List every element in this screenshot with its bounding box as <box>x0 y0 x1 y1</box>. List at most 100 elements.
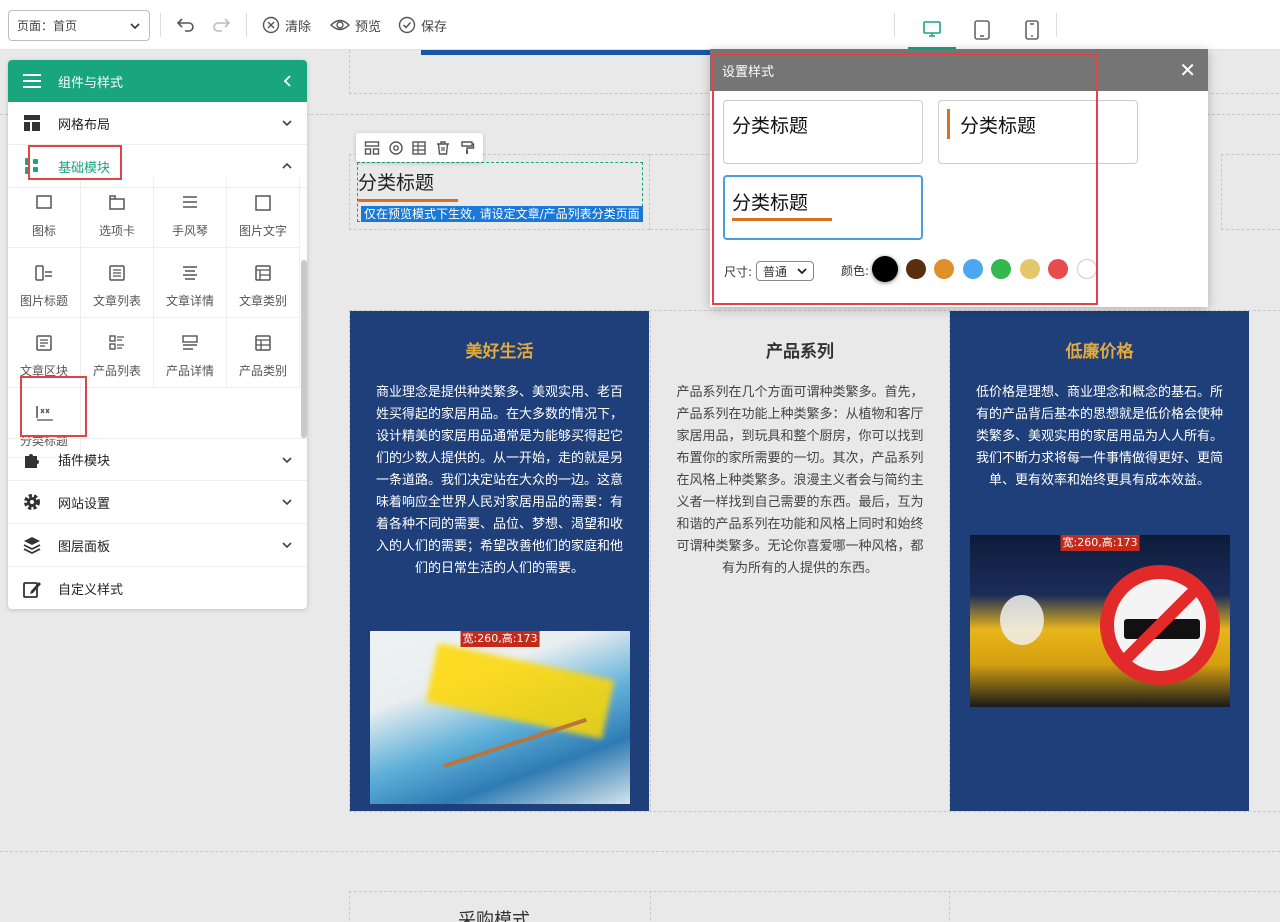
divider <box>894 13 895 37</box>
product-detail-icon <box>182 335 198 350</box>
sidebar-section-plugin[interactable]: 插件模块 <box>8 438 307 481</box>
check-circle-icon <box>398 16 416 34</box>
sidebar-section-label: 插件模块 <box>58 454 111 469</box>
module-item-article-detail[interactable]: 文章详情 <box>154 248 227 318</box>
product-image: 宽:260,高:173 <box>970 535 1230 707</box>
module-item-label: 文章列表 <box>92 294 141 308</box>
module-item-image-title[interactable]: 图片标题 <box>8 248 81 318</box>
clear-icon <box>262 16 280 34</box>
sidebar-section-layer[interactable]: 图层面板 <box>8 524 307 567</box>
module-item-label: 选项卡 <box>98 224 135 238</box>
module-item-accordion[interactable]: 手风琴 <box>154 178 227 248</box>
module-item-product-category[interactable]: 产品类别 <box>227 318 300 388</box>
image-size-tag: 宽:260,高:173 <box>460 631 540 647</box>
module-item-product-list[interactable]: 产品列表 <box>81 318 154 388</box>
module-item-label: 图片文字 <box>238 224 287 238</box>
image-size-tag: 宽:260,高:173 <box>1060 535 1140 551</box>
module-item-article-category[interactable]: 文章类别 <box>227 248 300 318</box>
chevron-down-icon <box>282 499 292 506</box>
panel-text: 产品系列在几个方面可谓种类繁多。首先，产品系列在功能上种类繁多：从植物和客厅家居… <box>676 385 924 576</box>
preview-button[interactable]: 预览 <box>330 13 381 37</box>
save-label: 保存 <box>421 19 448 35</box>
sidebar-section-label: 图层面板 <box>58 539 111 555</box>
undo-icon[interactable] <box>174 13 198 37</box>
image-title-icon <box>35 265 52 281</box>
module-item-article-list[interactable]: 文章列表 <box>81 248 154 318</box>
tablet-view-button[interactable] <box>958 10 1006 50</box>
format-painter-icon[interactable] <box>459 140 475 156</box>
module-toolbar <box>356 133 483 162</box>
sidebar-section-label: 网格布局 <box>58 117 111 133</box>
module-item-label: 产品列表 <box>92 364 141 378</box>
icon-icon <box>36 195 52 209</box>
mobile-icon <box>1025 20 1039 40</box>
divider <box>1056 13 1057 37</box>
module-item-icon[interactable]: 图标 <box>8 178 81 248</box>
bottom-row-cell[interactable] <box>650 891 950 922</box>
module-item-product-detail[interactable]: 产品详情 <box>154 318 227 388</box>
product-category-icon <box>255 335 271 351</box>
desktop-icon <box>923 20 941 37</box>
settings-icon[interactable] <box>388 140 404 156</box>
article-detail-icon <box>183 266 197 280</box>
panel-text: 商业理念是提供种类繁多、美观实用、老百姓买得起的家居用品。在大多数的情况下，设计… <box>375 385 623 576</box>
top-banner-edge <box>421 50 711 55</box>
mobile-view-button[interactable] <box>1008 10 1056 50</box>
redo-icon[interactable] <box>209 13 233 37</box>
menu-icon <box>23 74 41 88</box>
accordion-icon <box>183 196 197 208</box>
empty-cell[interactable] <box>1221 154 1280 230</box>
top-toolbar: 页面：首页 清除 预览 保存 <box>0 0 1280 50</box>
highlight-basic-module <box>28 145 122 180</box>
chevron-down-icon <box>282 120 292 127</box>
gear-icon <box>24 494 40 510</box>
clear-button[interactable]: 清除 <box>262 13 311 37</box>
module-item-label: 产品类别 <box>238 364 287 378</box>
chevron-down-icon <box>282 542 292 549</box>
module-item-label: 手风琴 <box>171 224 208 238</box>
close-icon[interactable]: ✕ <box>1179 58 1196 82</box>
article-list-icon <box>109 265 125 281</box>
grid-layout-icon <box>24 115 40 131</box>
parking-sign-shape <box>1000 595 1044 645</box>
clear-label: 清除 <box>285 19 312 35</box>
product-image: 宽:260,高:173 <box>370 631 630 804</box>
ikea-catalog-shape <box>425 642 615 740</box>
panel-title: 产品系列 <box>766 342 834 362</box>
desktop-view-button[interactable] <box>908 10 956 50</box>
preview-label: 预览 <box>355 19 382 35</box>
preview-notice: 仅在预览模式下生效, 请设定文章/产品列表分类页面 <box>361 206 643 222</box>
module-item-tabs[interactable]: 选项卡 <box>81 178 154 248</box>
panel-text: 低价格是理想、商业理念和概念的基石。所有的产品背后基本的思想就是低价格会使种类繁… <box>976 385 1224 488</box>
sidebar-section-label: 自定义样式 <box>58 583 124 598</box>
layout-icon[interactable] <box>364 140 380 156</box>
no-truck-sign-shape <box>1100 565 1220 685</box>
table-icon[interactable] <box>411 140 427 156</box>
panel-title: 美好生活 <box>465 342 534 362</box>
module-item-label: 图标 <box>31 224 56 238</box>
sidebar-section-label: 网站设置 <box>58 496 111 512</box>
highlight-style-dialog <box>712 53 1098 305</box>
panel-title: 低廉价格 <box>1065 342 1134 362</box>
category-title-module[interactable]: 分类标题 仅在预览模式下生效, 请设定文章/产品列表分类页面 <box>357 162 643 222</box>
sidebar-title: 组件与样式 <box>58 75 124 91</box>
puzzle-icon <box>25 453 39 468</box>
module-item-label: 文章类别 <box>238 294 287 308</box>
sidebar-section-custom[interactable]: 自定义样式 <box>8 567 307 609</box>
panel-product-series[interactable]: 产品系列 产品系列在几个方面可谓种类繁多。首先，产品系列在功能上种类繁多：从植物… <box>650 311 950 811</box>
sidebar-section-site[interactable]: 网站设置 <box>8 481 307 524</box>
collapse-left-icon[interactable] <box>283 75 293 87</box>
page-select[interactable]: 页面：首页 <box>8 10 150 41</box>
pencil-shape <box>443 717 587 769</box>
panel-low-price[interactable]: 低廉价格 低价格是理想、商业理念和概念的基石。所有的产品背后基本的思想就是低价格… <box>950 311 1249 811</box>
highlight-category-title-item <box>20 376 87 437</box>
sidebar-scrollbar[interactable] <box>301 260 307 438</box>
chevron-down-icon <box>130 22 140 29</box>
save-button[interactable]: 保存 <box>398 13 447 37</box>
trash-icon[interactable] <box>435 140 451 156</box>
sidebar-section-grid[interactable]: 网格布局 <box>8 102 307 145</box>
panel-good-life[interactable]: 美好生活 商业理念是提供种类繁多、美观实用、老百姓买得起的家居用品。在大多数的情… <box>350 311 649 811</box>
module-item-image-text[interactable]: 图片文字 <box>227 178 300 248</box>
sidebar-header[interactable]: 组件与样式 <box>8 60 307 102</box>
module-item-label: 文章详情 <box>165 294 214 308</box>
